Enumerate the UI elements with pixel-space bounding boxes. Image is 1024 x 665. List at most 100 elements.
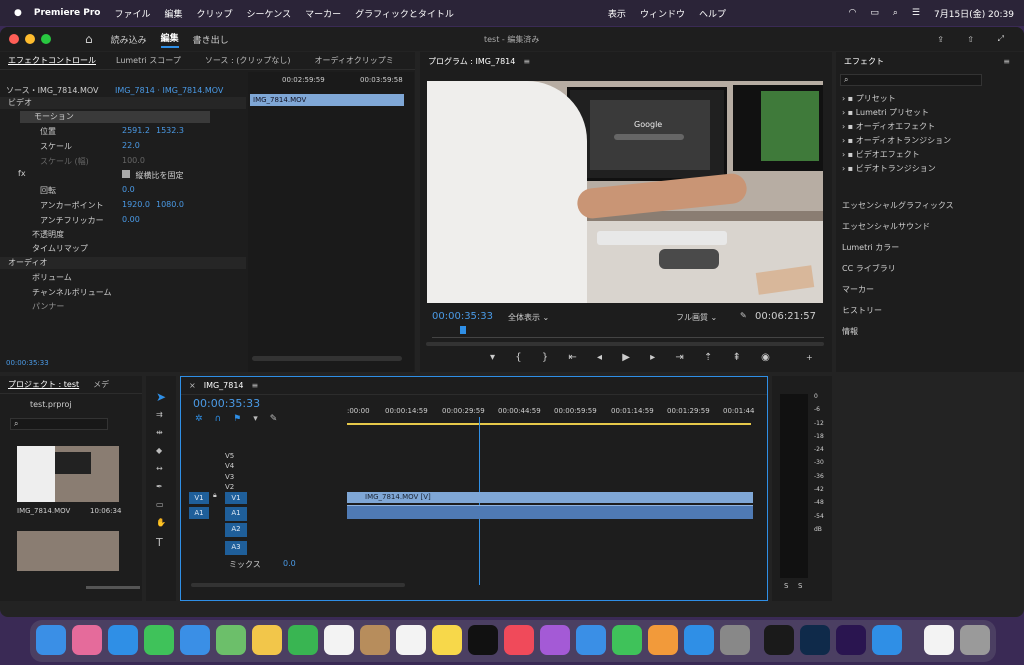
effects-tree-video-effects[interactable]: › ▪ ビデオエフェクト: [842, 149, 920, 160]
keynote-icon[interactable]: [576, 625, 606, 655]
track-v1-label[interactable]: V1: [225, 492, 247, 504]
anchor-x-value[interactable]: 1920.0: [122, 200, 150, 209]
menu-view[interactable]: 表示: [608, 7, 626, 20]
activity-monitor-icon[interactable]: [764, 625, 794, 655]
snap-icon[interactable]: ∩: [215, 414, 222, 424]
effects-title[interactable]: エフェクト: [844, 56, 884, 67]
volume-effect[interactable]: ボリューム: [32, 272, 72, 283]
lightroom-icon[interactable]: [800, 625, 830, 655]
mini-tl-scrollbar[interactable]: [252, 356, 402, 361]
track-v4-label[interactable]: V4: [225, 462, 234, 470]
trash-icon[interactable]: [960, 625, 990, 655]
app-store-icon[interactable]: [684, 625, 714, 655]
selection-tool-icon[interactable]: ➤: [156, 390, 166, 404]
clip-selector[interactable]: IMG_7814 · IMG_7814.MOV: [115, 86, 223, 95]
search-icon[interactable]: ⌕: [893, 8, 898, 18]
tab-edit[interactable]: 編集: [160, 31, 179, 48]
reminders-icon[interactable]: [396, 625, 426, 655]
launchpad-icon[interactable]: [72, 625, 102, 655]
close-window-icon[interactable]: [9, 34, 19, 44]
extract-icon[interactable]: ⇞: [733, 352, 741, 366]
lift-icon[interactable]: ⇡: [704, 352, 712, 366]
apple-icon[interactable]: ●: [14, 8, 22, 18]
track-a2-label[interactable]: A2: [225, 523, 247, 537]
maps-icon[interactable]: [216, 625, 246, 655]
uniform-scale-checkbox[interactable]: [122, 170, 130, 178]
tab-lumetri-scopes[interactable]: Lumetri スコープ: [116, 55, 181, 66]
program-scrollbar[interactable]: [426, 342, 824, 346]
calendar-icon[interactable]: [324, 625, 354, 655]
ec-mini-timeline[interactable]: 00:02:59:59 00:03:59:58 IMG_7814.MOV: [248, 72, 414, 372]
program-video-frame[interactable]: Google: [427, 81, 823, 303]
linked-selection-icon[interactable]: ⚑: [233, 414, 241, 424]
numbers-icon[interactable]: [612, 625, 642, 655]
project-thumbnail[interactable]: [17, 446, 119, 502]
zoom-select[interactable]: 全体表示 ⌄: [508, 312, 549, 323]
menu-help[interactable]: ヘルプ: [699, 7, 726, 20]
meter-solo-right[interactable]: S: [798, 582, 802, 590]
program-title[interactable]: プログラム : IMG_7814: [428, 56, 515, 67]
menu-sequence[interactable]: シーケンス: [247, 7, 292, 20]
source-patch-v1[interactable]: V1: [189, 492, 209, 504]
finder-icon[interactable]: [36, 625, 66, 655]
quality-select[interactable]: フル画質 ⌄: [676, 312, 717, 323]
tab-audio-clip-mixer[interactable]: オーディオクリップミ: [314, 55, 393, 66]
tab-import[interactable]: 読み込み: [111, 33, 147, 46]
add-marker-icon[interactable]: ▾: [253, 414, 258, 424]
ripple-edit-tool-icon[interactable]: ⇹: [156, 428, 163, 437]
tab-media-browser[interactable]: メデ: [93, 379, 109, 390]
mail-icon[interactable]: [180, 625, 210, 655]
panel-lumetri-color[interactable]: Lumetri カラー: [842, 242, 899, 253]
type-tool-icon[interactable]: T: [156, 536, 163, 549]
effects-tree-lumetri[interactable]: › ▪ Lumetri プリセット: [842, 107, 929, 118]
add-marker-icon[interactable]: ▾: [490, 352, 495, 366]
tab-project[interactable]: プロジェクト : test: [8, 379, 79, 390]
razor-tool-icon[interactable]: ◆: [156, 446, 162, 455]
mix-value[interactable]: 0.0: [283, 559, 296, 568]
mark-in-icon[interactable]: {: [515, 352, 521, 366]
fullscreen-icon[interactable]: ⤢: [998, 34, 1004, 44]
panel-menu-icon[interactable]: ≡: [523, 57, 530, 66]
track-lock-icon[interactable]: 🔒︎: [213, 491, 217, 500]
position-y-value[interactable]: 1532.3: [156, 126, 184, 135]
work-area-bar[interactable]: [347, 423, 751, 425]
notes-icon[interactable]: [432, 625, 462, 655]
menu-marker[interactable]: マーカー: [305, 7, 341, 20]
app-menu[interactable]: Premiere Pro: [34, 8, 101, 18]
track-select-tool-icon[interactable]: ⇉: [156, 410, 163, 419]
effects-tree-video-transitions[interactable]: › ▪ ビデオトランジション: [842, 163, 936, 174]
track-a3-label[interactable]: A3: [225, 541, 247, 555]
go-to-out-icon[interactable]: ⇥: [675, 352, 683, 366]
close-sequence-icon[interactable]: ×: [189, 381, 196, 390]
pen-tool-icon[interactable]: ✒: [156, 482, 163, 491]
tv-icon[interactable]: [468, 625, 498, 655]
effects-tree-presets[interactable]: › ▪ プリセット: [842, 93, 896, 104]
motion-effect[interactable]: モーション: [20, 111, 210, 123]
track-v3-label[interactable]: V3: [225, 473, 234, 481]
mini-tl-clip[interactable]: IMG_7814.MOV: [250, 94, 404, 106]
panel-history[interactable]: ヒストリー: [842, 305, 882, 316]
timeline-audio-clip[interactable]: [347, 505, 753, 519]
menu-file[interactable]: ファイル: [114, 7, 150, 20]
anti-flicker-value[interactable]: 0.00: [122, 215, 140, 224]
track-v2-label[interactable]: V2: [225, 483, 234, 491]
source-patch-a1[interactable]: A1: [189, 507, 209, 519]
track-a1-label[interactable]: A1: [225, 507, 247, 521]
effects-search-input[interactable]: ⌕: [840, 74, 982, 86]
pages-icon[interactable]: [648, 625, 678, 655]
menu-clip[interactable]: クリップ: [197, 7, 233, 20]
panel-markers[interactable]: マーカー: [842, 284, 874, 295]
program-timecode[interactable]: 00:00:35:33: [432, 311, 493, 322]
project-search-input[interactable]: ⌕: [10, 418, 108, 430]
anchor-y-value[interactable]: 1080.0: [156, 200, 184, 209]
timeline-timecode[interactable]: 00:00:35:33: [193, 397, 260, 410]
zoom-window-icon[interactable]: [41, 34, 51, 44]
opacity-effect[interactable]: 不透明度: [32, 229, 64, 240]
documents-stack-icon[interactable]: [924, 625, 954, 655]
panel-essential-sound[interactable]: エッセンシャルサウンド: [842, 221, 930, 232]
hand-tool-icon[interactable]: ✋: [156, 518, 166, 527]
facetime-icon[interactable]: [288, 625, 318, 655]
nest-icon[interactable]: ✲: [195, 414, 203, 424]
timeline-menu-icon[interactable]: ≡: [252, 381, 259, 390]
tab-effect-controls[interactable]: エフェクトコントロール: [8, 55, 96, 66]
